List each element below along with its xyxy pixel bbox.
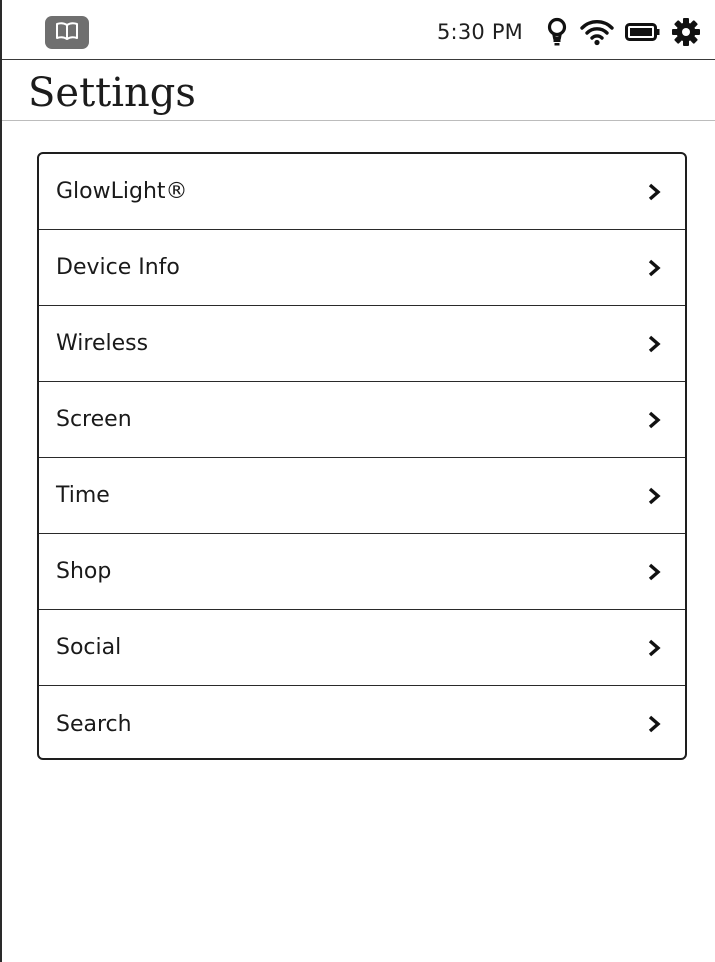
settings-item-search[interactable]: Search	[39, 686, 685, 758]
chevron-right-icon	[647, 183, 661, 201]
settings-item-glowlight[interactable]: GlowLight®	[39, 154, 685, 230]
settings-item-label: Device Info	[56, 255, 180, 280]
settings-item-label: Wireless	[56, 331, 149, 356]
title-bar: Settings	[2, 60, 715, 121]
settings-item-label: Social	[56, 635, 122, 660]
wifi-icon[interactable]	[579, 18, 615, 46]
settings-item-screen[interactable]: Screen	[39, 382, 685, 458]
status-indicators: 5:30 PM	[437, 13, 701, 51]
chevron-right-icon	[647, 487, 661, 505]
settings-item-shop[interactable]: Shop	[39, 534, 685, 610]
library-button[interactable]	[45, 16, 89, 49]
settings-screen: 5:30 PM Settings GlowLight® Device Info …	[0, 0, 715, 962]
chevron-right-icon	[647, 411, 661, 429]
status-bar: 5:30 PM	[2, 0, 715, 60]
status-time: 5:30 PM	[436, 20, 523, 44]
open-book-icon	[54, 21, 80, 45]
chevron-right-icon	[647, 563, 661, 581]
settings-item-device-info[interactable]: Device Info	[39, 230, 685, 306]
settings-item-time[interactable]: Time	[39, 458, 685, 534]
settings-item-wireless[interactable]: Wireless	[39, 306, 685, 382]
gear-icon[interactable]	[671, 17, 701, 47]
chevron-right-icon	[647, 639, 661, 657]
page-title: Settings	[28, 70, 196, 116]
battery-icon[interactable]	[625, 21, 661, 43]
settings-item-label: Time	[56, 483, 110, 508]
chevron-right-icon	[647, 259, 661, 277]
settings-item-label: GlowLight®	[56, 179, 188, 204]
settings-list: GlowLight® Device Info Wireless Screen T…	[37, 152, 687, 760]
chevron-right-icon	[647, 335, 661, 353]
glowlight-bulb-icon[interactable]	[545, 17, 569, 47]
settings-item-label: Screen	[56, 407, 132, 432]
settings-item-label: Search	[56, 711, 132, 737]
settings-item-social[interactable]: Social	[39, 610, 685, 686]
chevron-right-icon	[647, 715, 661, 733]
settings-item-label: Shop	[56, 559, 112, 584]
